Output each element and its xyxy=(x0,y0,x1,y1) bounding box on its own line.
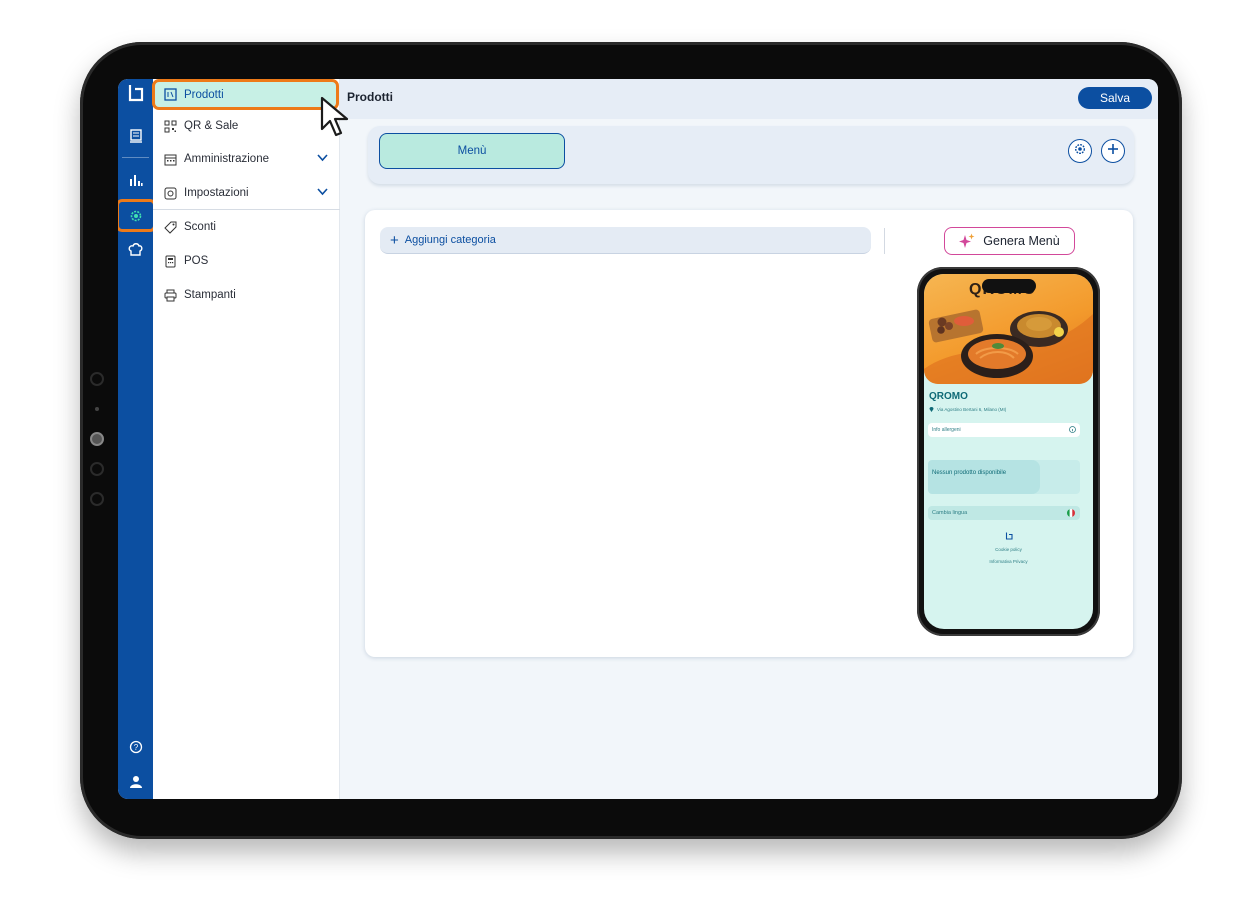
menu-editor-card: + Aggiungi categoria Genera Menù QROMO V… xyxy=(365,210,1133,657)
menu-book-icon xyxy=(163,88,177,102)
restaurant-address: Via Agostino Bertani 6, Milano (MI) xyxy=(929,406,1006,413)
cookie-policy-link[interactable]: Cookie policy xyxy=(924,547,1093,552)
gear-icon xyxy=(1074,142,1086,160)
sparkle-icon xyxy=(959,233,975,249)
sidebar-item-label: QR & Sale xyxy=(184,120,239,132)
phone-screen: QROMO Via Agostino Bertani 6, Milano (MI… xyxy=(924,274,1093,629)
menu-tabs-bar: Menù xyxy=(368,126,1134,184)
empty-products-panel xyxy=(928,460,1040,494)
change-language-button[interactable]: Cambia lingua xyxy=(928,506,1080,520)
mouse-cursor-icon xyxy=(320,96,350,145)
gear-icon[interactable] xyxy=(118,199,156,232)
address-text: Via Agostino Bertani 6, Milano (MI) xyxy=(937,407,1007,412)
receipt-icon[interactable] xyxy=(122,123,149,149)
help-icon[interactable]: ? xyxy=(122,734,149,760)
tablet-sensor xyxy=(90,462,104,476)
sidebar-item-qr-sale[interactable]: QR & Sale xyxy=(153,111,340,141)
settings-box-icon xyxy=(163,186,177,200)
empty-products-box: Nessun prodotto disponibile xyxy=(928,460,1080,494)
page-title: Prodotti xyxy=(347,90,393,104)
location-pin-icon xyxy=(929,406,934,413)
tag-icon xyxy=(163,220,177,234)
logo-icon[interactable] xyxy=(127,84,145,102)
add-category-button[interactable]: + Aggiungi categoria xyxy=(380,227,871,254)
divider xyxy=(884,228,885,254)
chef-hat-icon[interactable] xyxy=(122,237,149,263)
plus-icon xyxy=(1107,142,1119,160)
sidebar-item-prodotti[interactable]: Prodotti xyxy=(152,79,339,110)
menu-preview-phone: QROMO Via Agostino Bertani 6, Milano (MI… xyxy=(917,267,1100,636)
empty-products-message: Nessun prodotto disponibile xyxy=(932,470,1007,476)
tablet-sensor xyxy=(90,372,104,386)
privacy-link[interactable]: Informativa Privacy xyxy=(924,559,1093,564)
pos-terminal-icon xyxy=(163,254,177,268)
info-icon xyxy=(1069,423,1076,437)
sidebar-item-sconti[interactable]: Sconti xyxy=(153,212,340,242)
plus-icon: + xyxy=(390,231,399,249)
top-bar: Prodotti Salva xyxy=(340,79,1158,119)
restaurant-name: QROMO xyxy=(929,391,968,402)
printer-icon xyxy=(163,288,177,302)
chevron-down-icon[interactable] xyxy=(317,153,328,165)
rail-divider xyxy=(122,157,149,158)
qr-code-icon xyxy=(163,119,177,133)
allergens-label: Info allergeni xyxy=(932,427,961,433)
tablet-sensor xyxy=(90,492,104,506)
footer-logo-icon xyxy=(924,532,1093,541)
italian-flag-icon xyxy=(1067,509,1075,523)
menu-settings-button[interactable] xyxy=(1068,139,1092,163)
svg-text:?: ? xyxy=(133,743,138,752)
tablet-camera xyxy=(90,432,104,446)
generate-menu-button[interactable]: Genera Menù xyxy=(944,227,1075,255)
calendar-icon xyxy=(163,152,177,166)
user-icon[interactable] xyxy=(122,769,149,795)
sidebar-nav: Prodotti QR & Sale Amministrazione Impos… xyxy=(152,79,340,799)
sidebar-item-label: Prodotti xyxy=(184,88,224,101)
change-language-label: Cambia lingua xyxy=(932,510,968,516)
generate-menu-label: Genera Menù xyxy=(983,234,1060,248)
sidebar-item-label: Stampanti xyxy=(184,289,236,301)
save-button[interactable]: Salva xyxy=(1078,87,1152,109)
allergens-info-button[interactable]: Info allergeni xyxy=(928,423,1080,437)
chevron-down-icon[interactable] xyxy=(317,187,328,199)
chart-icon[interactable] xyxy=(122,167,149,193)
sidebar-item-amministrazione[interactable]: Amministrazione xyxy=(153,144,340,174)
sidebar-item-stampanti[interactable]: Stampanti xyxy=(153,280,340,310)
app-screen: ? Prodotti QR & Sale Amministrazione Imp… xyxy=(118,79,1158,799)
sidebar-item-label: POS xyxy=(184,255,209,267)
tab-menu[interactable]: Menù xyxy=(379,133,565,169)
add-category-label: Aggiungi categoria xyxy=(404,234,496,246)
icon-rail: ? xyxy=(118,79,156,799)
sidebar-item-pos[interactable]: POS xyxy=(153,246,340,276)
phone-notch xyxy=(982,279,1036,293)
sidebar-item-impostazioni[interactable]: Impostazioni xyxy=(153,178,340,208)
sidebar-item-label: Amministrazione xyxy=(184,153,269,165)
sidebar-item-label: Sconti xyxy=(184,221,216,233)
sidebar-item-label: Impostazioni xyxy=(184,187,249,199)
tablet-sensor xyxy=(95,407,99,411)
add-menu-button[interactable] xyxy=(1101,139,1125,163)
sidebar-divider xyxy=(153,209,340,210)
